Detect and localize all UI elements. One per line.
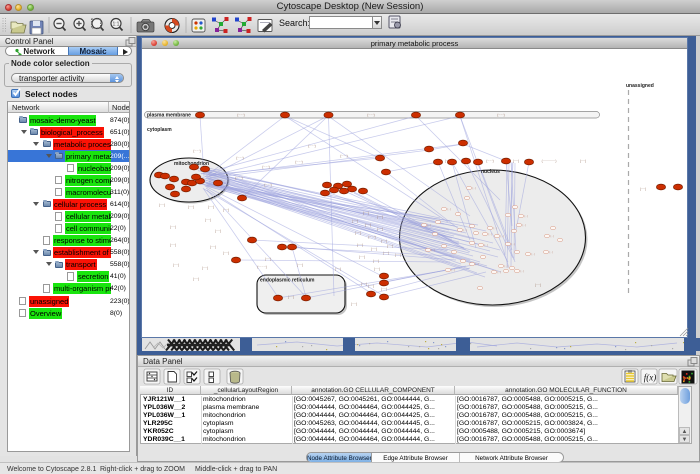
svg-text:(·····): (·····) [486, 159, 493, 163]
svg-text:(············): (············) [542, 159, 557, 163]
svg-text:(····): (····) [373, 259, 379, 263]
svg-text:(····): (····) [215, 229, 221, 233]
svg-text:(····): (····) [381, 287, 387, 291]
svg-text:unassigned: unassigned [626, 83, 654, 89]
svg-text:(····): (····) [513, 159, 519, 163]
svg-text:(·····): (·····) [237, 113, 244, 117]
svg-text:(····): (····) [351, 302, 357, 306]
svg-text:(·····): (·····) [308, 144, 315, 148]
svg-text:(····): (····) [535, 283, 541, 287]
svg-text:endoplasmic reticulum: endoplasmic reticulum [260, 278, 315, 284]
svg-text:(··): (··) [524, 214, 528, 218]
svg-text:(··): (··) [531, 252, 535, 256]
svg-text:(····): (····) [371, 247, 377, 251]
svg-text:(····): (····) [395, 253, 401, 257]
svg-text:(····): (····) [377, 227, 383, 231]
svg-text:(··): (··) [475, 262, 479, 266]
svg-text:(·····): (·····) [236, 156, 243, 160]
svg-text:(····): (····) [387, 244, 393, 248]
svg-text:(····): (····) [188, 205, 194, 209]
svg-text:1:1: 1:1 [113, 22, 120, 28]
svg-text:(····): (····) [359, 255, 365, 259]
svg-text:(··): (··) [500, 234, 504, 238]
svg-text:(·····): (·····) [193, 149, 200, 153]
svg-text:(··): (··) [451, 268, 455, 272]
svg-text:(·····): (·····) [264, 183, 271, 187]
svg-text:(····): (····) [580, 159, 586, 163]
svg-text:(····): (····) [374, 267, 380, 271]
svg-text:(··): (··) [488, 232, 492, 236]
svg-text:(·····): (·····) [368, 235, 375, 239]
svg-text:(··): (··) [549, 250, 553, 254]
svg-text:(··): (··) [520, 269, 524, 273]
svg-text:(····): (····) [352, 219, 358, 223]
svg-text:(····): (····) [361, 282, 367, 286]
svg-text:cytoplasm: cytoplasm [147, 127, 172, 133]
svg-text:(····): (····) [170, 225, 176, 229]
svg-text:(····): (····) [208, 205, 214, 209]
svg-text:f(x): f(x) [644, 373, 657, 383]
svg-text:(··): (··) [431, 248, 435, 252]
svg-text:(····): (····) [640, 187, 646, 191]
svg-text:(····): (····) [355, 231, 361, 235]
svg-text:(··): (··) [504, 264, 508, 268]
svg-text:(··): (··) [493, 226, 497, 230]
svg-text:(····): (····) [363, 211, 369, 215]
svg-text:(·····): (·····) [367, 113, 374, 117]
svg-text:(····): (····) [170, 243, 176, 247]
svg-text:(····): (····) [381, 239, 387, 243]
svg-text:(····): (····) [193, 277, 199, 281]
svg-text:(····): (····) [335, 267, 341, 271]
svg-text:(·····): (·····) [235, 176, 242, 180]
svg-text:(··): (··) [472, 186, 476, 190]
svg-text:(··): (··) [522, 223, 526, 227]
svg-text:(····): (····) [357, 243, 363, 247]
svg-text:(·····): (·····) [262, 165, 269, 169]
svg-text:(····): (····) [365, 223, 371, 227]
svg-text:(····): (····) [223, 251, 229, 255]
svg-text:(····): (····) [383, 251, 389, 255]
svg-text:(····): (····) [210, 245, 216, 249]
svg-text:(····): (····) [288, 295, 294, 299]
svg-text:plasma membrane: plasma membrane [147, 113, 191, 119]
svg-text:(··): (··) [447, 207, 451, 211]
svg-text:nucleus: nucleus [481, 169, 500, 175]
svg-text:(····): (····) [202, 266, 208, 270]
svg-text:(····): (····) [223, 208, 229, 212]
svg-text:(·······): (·······) [257, 265, 267, 269]
svg-text:(····): (····) [377, 215, 383, 219]
svg-text:(··): (··) [511, 242, 515, 246]
svg-text:(··): (··) [497, 270, 501, 274]
svg-text:(····): (····) [297, 263, 303, 267]
svg-text:(····): (····) [205, 218, 211, 222]
svg-text:(·····): (·····) [295, 160, 302, 164]
svg-text:(··): (··) [550, 234, 554, 238]
svg-text:(··): (··) [463, 228, 467, 232]
svg-text:(·····): (·····) [497, 113, 504, 117]
svg-text:(··): (··) [484, 243, 488, 247]
svg-text:(·····): (·····) [340, 154, 347, 158]
svg-text:(····): (····) [159, 203, 165, 207]
svg-text:(··): (··) [427, 223, 431, 227]
svg-text:(····): (····) [368, 284, 374, 288]
svg-text:(····): (····) [265, 257, 271, 261]
svg-text:(····): (····) [173, 263, 179, 267]
